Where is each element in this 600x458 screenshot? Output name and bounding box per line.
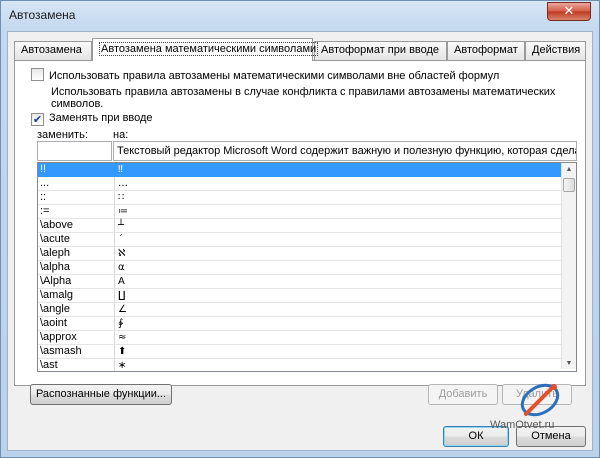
list-row[interactable]: \angle ∠ [38, 303, 563, 317]
tab-actions[interactable]: Действия [525, 41, 586, 60]
row-with-symbol: ┴ [118, 220, 125, 231]
row-replace-text: \aleph [40, 247, 70, 259]
list-row[interactable]: \asmash ⬆ [38, 345, 563, 359]
row-replace-text: \alpha [40, 261, 70, 273]
replace-column-header: заменить: [37, 129, 88, 141]
use-outside-math-label: Использовать правила автозамены математи… [49, 70, 500, 82]
recognized-functions-button[interactable]: Распознанные функции... [30, 384, 172, 405]
replace-input[interactable] [37, 141, 112, 161]
row-replace-text: :: [40, 191, 47, 203]
arrow-up-icon: ▲ [565, 166, 573, 173]
math-autocorrect-list[interactable]: !! ‼...…:: ∷:= ≔ \above ┴ \acute ˊ \aleph ℵ \alpha… [37, 162, 577, 372]
watermark-text: WamOtvet.ru [490, 419, 555, 431]
row-with-symbol: ≈ [118, 332, 127, 343]
row-with-symbol: α [118, 262, 125, 273]
row-with-symbol: ∠ [118, 304, 127, 315]
math-autocorrect-panel: Использовать правила автозамены математи… [14, 60, 586, 386]
row-replace-text: \acute [40, 233, 70, 245]
row-with-symbol: Α [118, 276, 125, 287]
row-replace-text: \angle [40, 303, 70, 315]
window-title: Автозамена [9, 8, 76, 22]
row-with-symbol: ∗ [118, 360, 127, 371]
list-scrollbar[interactable]: ▲ ▼ [561, 163, 576, 369]
use-outside-math-checkbox[interactable] [31, 68, 44, 81]
row-with-symbol: … [118, 178, 128, 189]
scroll-down-arrow[interactable]: ▼ [562, 357, 576, 371]
arrow-down-icon: ▼ [565, 360, 573, 367]
watermark: WamOtvet.ru [486, 380, 582, 448]
checkmark-icon: ✔ [32, 113, 43, 126]
replace-as-you-type-option[interactable]: ✔ Заменять при вводе [31, 112, 153, 126]
list-row[interactable]: \amalg ∐ [38, 289, 563, 303]
row-with-symbol: ∳ [118, 318, 124, 329]
row-with-symbol: ∐ [118, 290, 126, 301]
tab-strip: Автозамена Автозамена математическими си… [14, 38, 586, 61]
tab-label: Автозамена [21, 44, 82, 56]
list-row[interactable]: := ≔ [38, 205, 563, 219]
row-with-symbol: ˊ [118, 234, 123, 245]
list-row[interactable]: ... … [38, 177, 563, 191]
tab-label: Действия [532, 44, 581, 56]
scroll-up-arrow[interactable]: ▲ [562, 163, 576, 177]
row-replace-text: \ast [40, 359, 58, 371]
row-with-symbol: ≔ [118, 206, 128, 217]
row-with-symbol: ‼ [118, 164, 123, 175]
dialog-body: Автозамена Автозамена математическими си… [7, 31, 593, 451]
tab-autocorrect[interactable]: Автозамена [14, 41, 92, 60]
replace-as-you-type-checkbox[interactable]: ✔ [31, 113, 44, 126]
row-replace-text: \asmash [40, 345, 82, 357]
with-column-header: на: [113, 129, 129, 141]
close-icon: ✕ [563, 4, 575, 19]
list-row[interactable]: :: ∷ [38, 191, 563, 205]
tab-label: Автоформат [454, 44, 518, 56]
row-replace-text: ... [40, 177, 50, 189]
title-bar[interactable]: Автозамена ✕ [1, 1, 599, 31]
tab-label: Автозамена математическими символами [99, 42, 319, 56]
use-outside-math-option[interactable]: Использовать правила автозамены математи… [31, 68, 499, 82]
scroll-thumb[interactable] [563, 178, 575, 192]
conflict-note-line1: Использовать правила автозамены в случае… [51, 86, 556, 98]
replace-as-you-type-label: Заменять при вводе [49, 112, 153, 124]
close-button[interactable]: ✕ [547, 2, 591, 21]
row-with-symbol: ℵ [118, 248, 126, 259]
row-replace-text: !! [40, 163, 47, 175]
list-row[interactable]: \alpha α [38, 261, 563, 275]
watermark-logo-icon [520, 383, 560, 417]
row-replace-text: \approx [40, 331, 77, 343]
tab-label: Автоформат при вводе [321, 44, 440, 56]
list-row[interactable]: \ast ∗ [38, 359, 563, 371]
row-with-symbol: ∷ [118, 192, 125, 203]
list-row[interactable]: \acute ˊ [38, 233, 563, 247]
row-replace-text: \amalg [40, 289, 74, 301]
row-with-symbol: ⬆ [118, 346, 127, 357]
row-replace-text: := [40, 205, 50, 217]
row-replace-text: \aoint [40, 317, 67, 329]
tab-math-autocorrect[interactable]: Автозамена математическими символами [92, 38, 319, 61]
conflict-note-line2: символов. [51, 98, 104, 110]
row-replace-text: \above [40, 219, 74, 231]
autocorrect-dialog: Автозамена ✕ Автозамена Автозамена матем… [0, 0, 600, 458]
list-row[interactable]: \approx ≈ [38, 331, 563, 345]
with-input[interactable]: Текстовый редактор Microsoft Word содерж… [113, 141, 577, 161]
row-replace-text: \Alpha [40, 275, 72, 287]
list-row[interactable]: \above ┴ [38, 219, 563, 233]
list-row[interactable]: \aoint ∳ [38, 317, 563, 331]
tab-autoformat-as-you-type[interactable]: Автоформат при вводе [314, 41, 447, 60]
tab-autoformat[interactable]: Автоформат [447, 41, 525, 60]
list-row[interactable]: !! ‼ [38, 163, 563, 177]
list-row[interactable]: \Alpha Α [38, 275, 563, 289]
list-row[interactable]: \aleph ℵ [38, 247, 563, 261]
